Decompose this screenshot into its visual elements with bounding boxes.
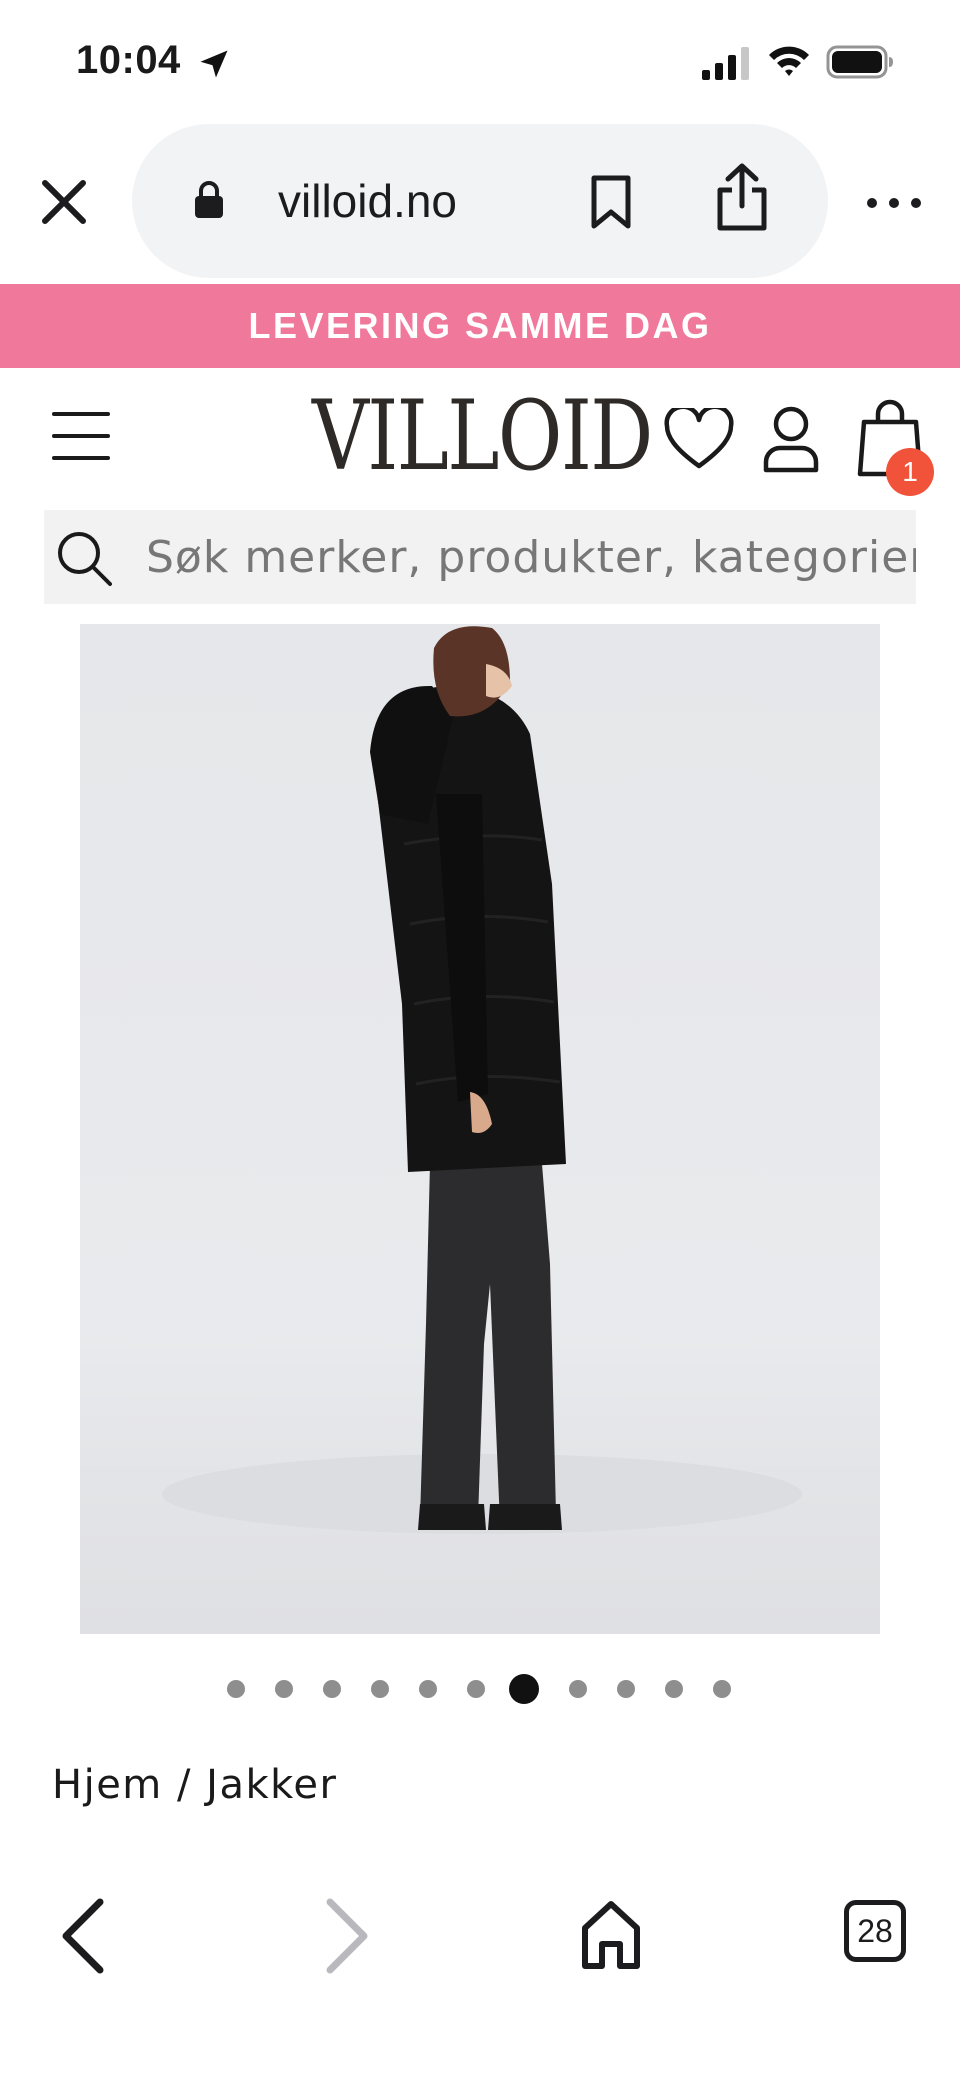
carousel-dot[interactable] bbox=[569, 1680, 587, 1698]
battery-icon bbox=[826, 45, 893, 79]
carousel-dot[interactable] bbox=[371, 1680, 389, 1698]
carousel-dot[interactable] bbox=[467, 1680, 485, 1698]
lock-icon bbox=[195, 181, 223, 218]
product-photo bbox=[162, 626, 802, 1534]
carousel-dot[interactable] bbox=[275, 1680, 293, 1698]
status-time: 10:04 bbox=[76, 38, 181, 82]
carousel-dot[interactable] bbox=[713, 1680, 731, 1698]
cart-count-badge: 1 bbox=[886, 448, 934, 496]
browser-toolbar: 28 bbox=[0, 1860, 960, 2079]
more-icon[interactable] bbox=[864, 188, 924, 218]
product-image[interactable] bbox=[80, 624, 880, 1634]
cellular-signal-icon bbox=[702, 47, 749, 80]
url-field[interactable]: villoid.no bbox=[132, 124, 828, 278]
home-icon[interactable] bbox=[580, 1898, 642, 1972]
chevron-left-icon[interactable] bbox=[58, 1896, 108, 1976]
bookmark-icon[interactable] bbox=[588, 174, 634, 230]
site-header: VILLOID 1 bbox=[0, 368, 960, 508]
carousel-dot[interactable] bbox=[509, 1674, 539, 1704]
search-input[interactable] bbox=[146, 510, 916, 604]
browser-address-bar: villoid.no bbox=[0, 120, 960, 284]
site-logo[interactable]: VILLOID bbox=[312, 388, 653, 484]
chevron-right-icon[interactable] bbox=[322, 1896, 372, 1976]
carousel-dot[interactable] bbox=[323, 1680, 341, 1698]
share-icon[interactable] bbox=[712, 162, 772, 232]
promo-banner-text: LEVERING SAMME DAG bbox=[248, 305, 712, 346]
carousel-dot[interactable] bbox=[227, 1680, 245, 1698]
search-icon[interactable] bbox=[54, 528, 114, 588]
url-text: villoid.no bbox=[278, 175, 457, 227]
hamburger-menu-icon[interactable] bbox=[52, 412, 112, 462]
user-icon[interactable] bbox=[760, 404, 822, 474]
breadcrumb[interactable]: Hjem / Jakker bbox=[52, 1762, 337, 1808]
carousel-dot[interactable] bbox=[419, 1680, 437, 1698]
location-arrow-icon bbox=[200, 50, 228, 78]
search-bar bbox=[44, 510, 916, 604]
carousel-dot[interactable] bbox=[665, 1680, 683, 1698]
status-bar: 10:04 bbox=[0, 0, 960, 120]
heart-icon[interactable] bbox=[664, 408, 734, 470]
carousel-dot[interactable] bbox=[617, 1680, 635, 1698]
image-carousel-dots bbox=[0, 1672, 960, 1704]
close-button[interactable] bbox=[36, 174, 92, 230]
close-icon bbox=[42, 180, 86, 224]
tabs-button[interactable]: 28 bbox=[844, 1900, 906, 1962]
wifi-icon bbox=[769, 46, 809, 76]
promo-banner[interactable]: LEVERING SAMME DAG bbox=[0, 284, 960, 368]
